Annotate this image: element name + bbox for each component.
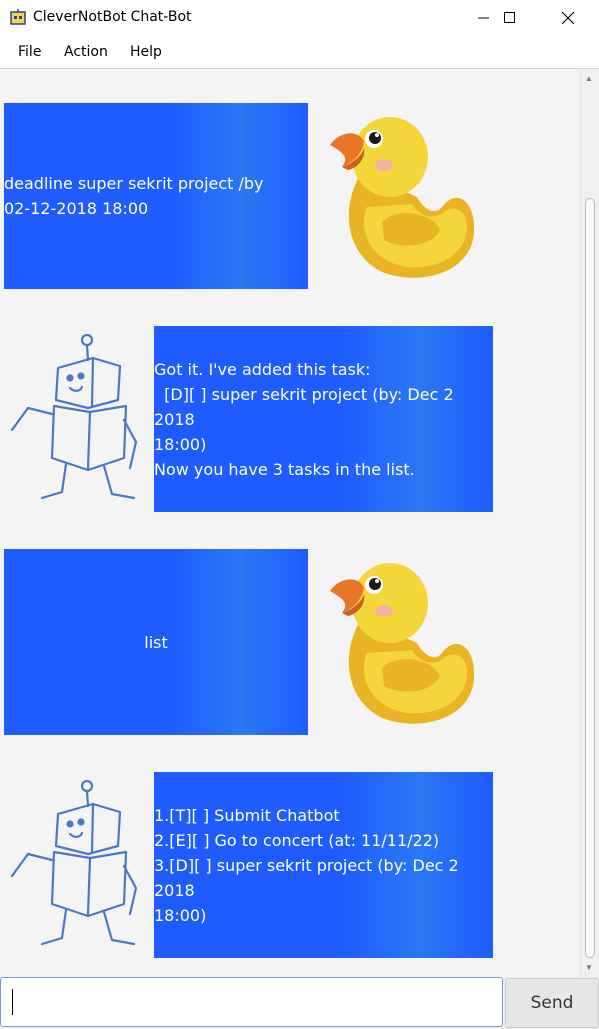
user-message-text: list (144, 632, 168, 652)
user-message-text: deadline super sekrit project /by 02-12-… (4, 174, 264, 218)
text-caret (12, 989, 13, 1015)
menu-help[interactable]: Help (130, 44, 162, 60)
vertical-scrollbar[interactable]: ▲ ▼ (580, 70, 599, 977)
maximize-button[interactable] (487, 0, 533, 36)
title-bar: CleverNotBot Chat-Bot (0, 0, 599, 36)
robot-app-icon (10, 9, 26, 25)
message-input[interactable] (0, 977, 503, 1027)
bot-message-bubble: Got it. I've added this task: [D][ ] sup… (154, 326, 493, 512)
close-icon (562, 12, 574, 24)
scroll-up-icon[interactable]: ▲ (585, 74, 593, 83)
menu-file[interactable]: File (18, 44, 41, 60)
window-title: CleverNotBot Chat-Bot (33, 9, 192, 25)
close-button[interactable] (545, 0, 591, 36)
scroll-down-icon[interactable]: ▼ (585, 963, 593, 972)
bot-message-bubble: 1.[T][ ] Submit Chatbot 2.[E][ ] Go to c… (154, 772, 493, 958)
app-window: CleverNotBot Chat-Bot File Action Help d… (0, 0, 599, 1029)
input-bar: Send (0, 977, 599, 1029)
duck-avatar-icon (330, 563, 475, 724)
send-button[interactable]: Send (505, 978, 599, 1028)
maximize-icon (504, 12, 515, 23)
bot-message-text: 1.[T][ ] Submit Chatbot 2.[E][ ] Go to c… (154, 805, 459, 925)
bot-message-text: Got it. I've added this task: [D][ ] sup… (154, 359, 454, 479)
user-message-bubble: deadline super sekrit project /by 02-12-… (4, 103, 308, 289)
scrollbar-thumb[interactable] (585, 198, 595, 958)
duck-avatar-icon (330, 117, 475, 278)
robot-avatar-icon (10, 779, 138, 946)
user-message-bubble: list (4, 549, 308, 735)
menu-action[interactable]: Action (64, 44, 108, 60)
robot-avatar-icon (10, 333, 138, 500)
menu-bar: File Action Help (0, 36, 599, 69)
